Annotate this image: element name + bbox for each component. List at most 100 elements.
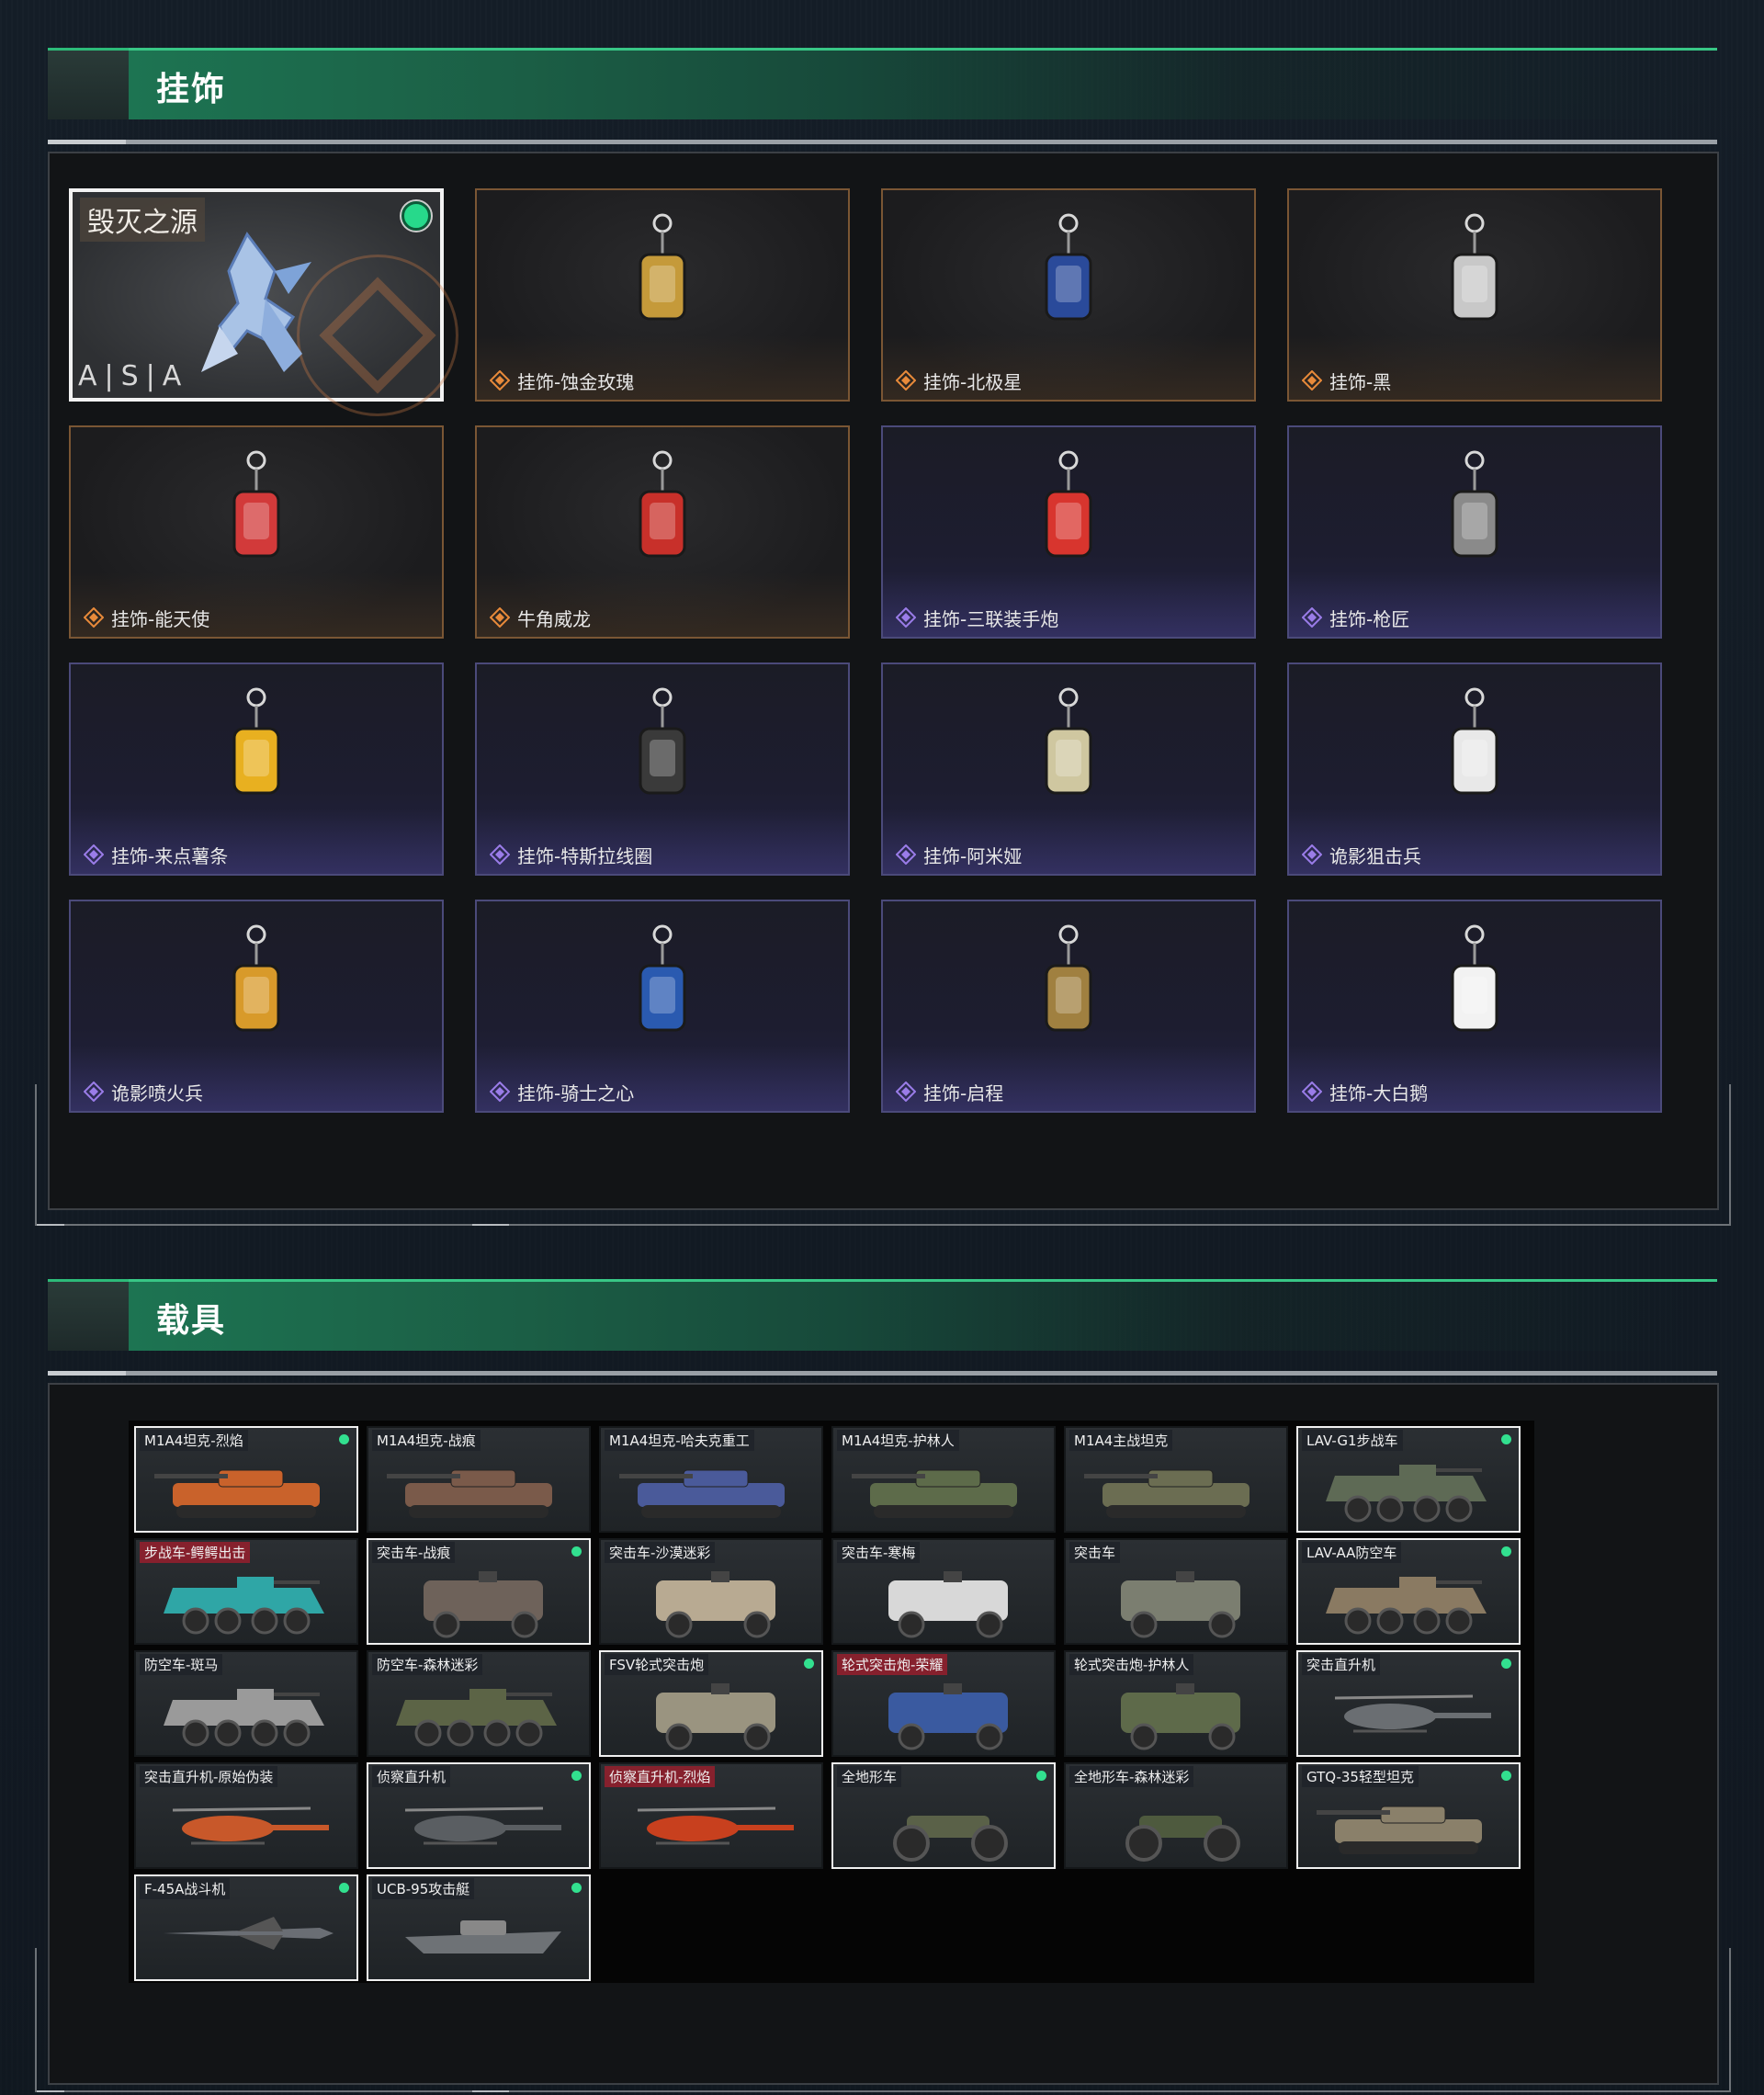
rarity-diamond-icon [1301, 606, 1323, 628]
charm-card[interactable]: 挂饰-蚀金玫瑰 [475, 188, 850, 402]
charm-card[interactable]: 诡影喷火兵 [69, 900, 444, 1113]
charm-label: 挂饰-阿米娅 [923, 845, 1023, 867]
charm-label: 挂饰-启程 [923, 1082, 1004, 1104]
charm-card[interactable]: 挂饰-三联装手炮 [881, 425, 1256, 639]
crystal-dragon-icon [201, 232, 311, 372]
vehicle-card[interactable]: M1A4主战坦克 [1064, 1426, 1288, 1533]
rarity-diamond-icon [83, 606, 105, 628]
rarity-diamond-icon [83, 844, 105, 866]
rarity-diamond-icon [895, 844, 917, 866]
charm-card[interactable]: 挂饰-大白鹅 [1287, 900, 1662, 1113]
vehicle-grid: M1A4坦克-烈焰 M1A4坦克-战痕 M1A4坦克-哈夫克重工 M1A4坦克-… [129, 1421, 1534, 1983]
vehicle-label: 全地形车-森林迷彩 [1069, 1766, 1194, 1787]
owned-indicator-icon [1501, 1771, 1511, 1781]
vehicle-card[interactable]: 侦察直升机-烈焰 [599, 1762, 823, 1869]
vehicle-card[interactable]: 防空车-森林迷彩 [367, 1650, 591, 1757]
charm-pendant-icon [201, 922, 311, 1072]
vehicle-card[interactable]: 突击车-沙漠迷彩 [599, 1538, 823, 1645]
vehicle-card[interactable]: 突击直升机 [1296, 1650, 1521, 1757]
vehicle-label: 防空车-森林迷彩 [372, 1654, 483, 1675]
vehicle-card[interactable]: 轮式突击炮-护林人 [1064, 1650, 1288, 1757]
charm-card[interactable]: 挂饰-黑 [1287, 188, 1662, 402]
charm-label: 挂饰-枪匠 [1329, 608, 1410, 630]
vehicle-card[interactable]: 轮式突击炮-荣耀 [831, 1650, 1056, 1757]
charm-label: 牛角威龙 [517, 608, 591, 630]
vehicle-label: 轮式突击炮-护林人 [1069, 1654, 1194, 1675]
charm-card[interactable]: 挂饰-北极星 [881, 188, 1256, 402]
vehicle-card[interactable]: 侦察直升机 [367, 1762, 591, 1869]
vehicle-card[interactable]: M1A4坦克-战痕 [367, 1426, 591, 1533]
vehicle-card[interactable]: 突击车-寒梅 [831, 1538, 1056, 1645]
charm-card[interactable]: 挂饰-阿米娅 [881, 662, 1256, 876]
vehicle-label: LAV-AA防空车 [1302, 1542, 1402, 1563]
vehicles-section-header: 载具 [48, 1279, 1717, 1351]
charm-card[interactable]: 挂饰-特斯拉线圈 [475, 662, 850, 876]
vehicle-card[interactable]: 防空车-斑马 [134, 1650, 358, 1757]
charm-label: 挂饰-三联装手炮 [923, 608, 1059, 630]
rarity-diamond-icon [895, 1081, 917, 1103]
charm-card[interactable]: 挂饰-能天使 [69, 425, 444, 639]
charm-card[interactable]: 挂饰-启程 [881, 900, 1256, 1113]
vehicle-label: 突击车-沙漠迷彩 [605, 1542, 716, 1563]
charm-card[interactable]: 牛角威龙 [475, 425, 850, 639]
vehicle-card[interactable]: 突击直升机-原始伪装 [134, 1762, 358, 1869]
charm-pendant-icon [607, 447, 718, 598]
vehicle-card[interactable]: LAV-G1步战车 [1296, 1426, 1521, 1533]
owned-indicator-icon [571, 1771, 582, 1781]
vehicle-card[interactable]: LAV-AA防空车 [1296, 1538, 1521, 1645]
vehicles-section-title: 载具 [156, 1302, 227, 1340]
vehicle-label: F-45A战斗机 [140, 1878, 231, 1899]
charm-card[interactable]: 挂饰-枪匠 [1287, 425, 1662, 639]
vehicle-label: 轮式突击炮-荣耀 [837, 1654, 948, 1675]
vehicle-card[interactable]: 步战车-鳄鳄出击 [134, 1538, 358, 1645]
charm-label: 挂饰-北极星 [923, 371, 1023, 393]
featured-title: 毁灭之源 [80, 198, 205, 242]
charm-label: 挂饰-来点薯条 [111, 845, 229, 867]
header-bar [129, 1279, 1717, 1351]
featured-charm-card[interactable]: 毁灭之源 A|S|A [69, 188, 458, 416]
owned-indicator-icon [1501, 1434, 1511, 1444]
charm-pendant-icon [1419, 922, 1530, 1072]
vehicle-label: 侦察直升机-烈焰 [605, 1766, 716, 1787]
charm-pendant-icon [1013, 210, 1124, 361]
vehicle-label: 防空车-斑马 [140, 1654, 223, 1675]
vehicle-label: LAV-G1步战车 [1302, 1430, 1403, 1451]
vehicle-card[interactable]: F-45A战斗机 [134, 1874, 358, 1981]
rarity-diamond-icon [489, 606, 511, 628]
charm-pendant-icon [1419, 447, 1530, 598]
header-left-block [48, 48, 129, 119]
vehicle-card[interactable]: M1A4坦克-烈焰 [134, 1426, 358, 1533]
owned-indicator-icon [1036, 1771, 1046, 1781]
vehicle-card[interactable]: UCB-95攻击艇 [367, 1874, 591, 1981]
owned-indicator-icon [1501, 1659, 1511, 1669]
rarity-diamond-icon [489, 1081, 511, 1103]
charm-label: 诡影狙击兵 [1329, 845, 1421, 867]
vehicle-label: 步战车-鳄鳄出击 [140, 1542, 251, 1563]
vehicle-card[interactable]: 全地形车 [831, 1762, 1056, 1869]
owned-indicator-icon [339, 1883, 349, 1893]
charm-label: 挂饰-大白鹅 [1329, 1082, 1429, 1104]
vehicle-card[interactable]: GTQ-35轻型坦克 [1296, 1762, 1521, 1869]
vehicle-label: M1A4坦克-烈焰 [140, 1430, 248, 1451]
charm-card[interactable]: 挂饰-骑士之心 [475, 900, 850, 1113]
vehicle-label: 侦察直升机 [372, 1766, 451, 1787]
vehicle-card[interactable]: 全地形车-森林迷彩 [1064, 1762, 1288, 1869]
vehicle-label: M1A4主战坦克 [1069, 1430, 1173, 1451]
charm-pendant-icon [1013, 447, 1124, 598]
charm-pendant-icon [1419, 685, 1530, 835]
vehicle-label: 突击直升机 [1302, 1654, 1381, 1675]
owned-indicator-icon [339, 1434, 349, 1444]
vehicle-label: M1A4坦克-护林人 [837, 1430, 959, 1451]
vehicle-card[interactable]: 突击车 [1064, 1538, 1288, 1645]
vehicle-card[interactable]: M1A4坦克-哈夫克重工 [599, 1426, 823, 1533]
vehicle-label: M1A4坦克-战痕 [372, 1430, 481, 1451]
vehicle-card[interactable]: M1A4坦克-护林人 [831, 1426, 1056, 1533]
vehicle-label: 突击车-战痕 [372, 1542, 456, 1563]
charm-card[interactable]: 挂饰-来点薯条 [69, 662, 444, 876]
vehicle-card[interactable]: 突击车-战痕 [367, 1538, 591, 1645]
vehicle-card[interactable]: FSV轮式突击炮 [599, 1650, 823, 1757]
featured-brand: A|S|A [78, 360, 189, 392]
charm-pendant-icon [1419, 210, 1530, 361]
charm-pendant-icon [1013, 922, 1124, 1072]
charm-card[interactable]: 诡影狙击兵 [1287, 662, 1662, 876]
